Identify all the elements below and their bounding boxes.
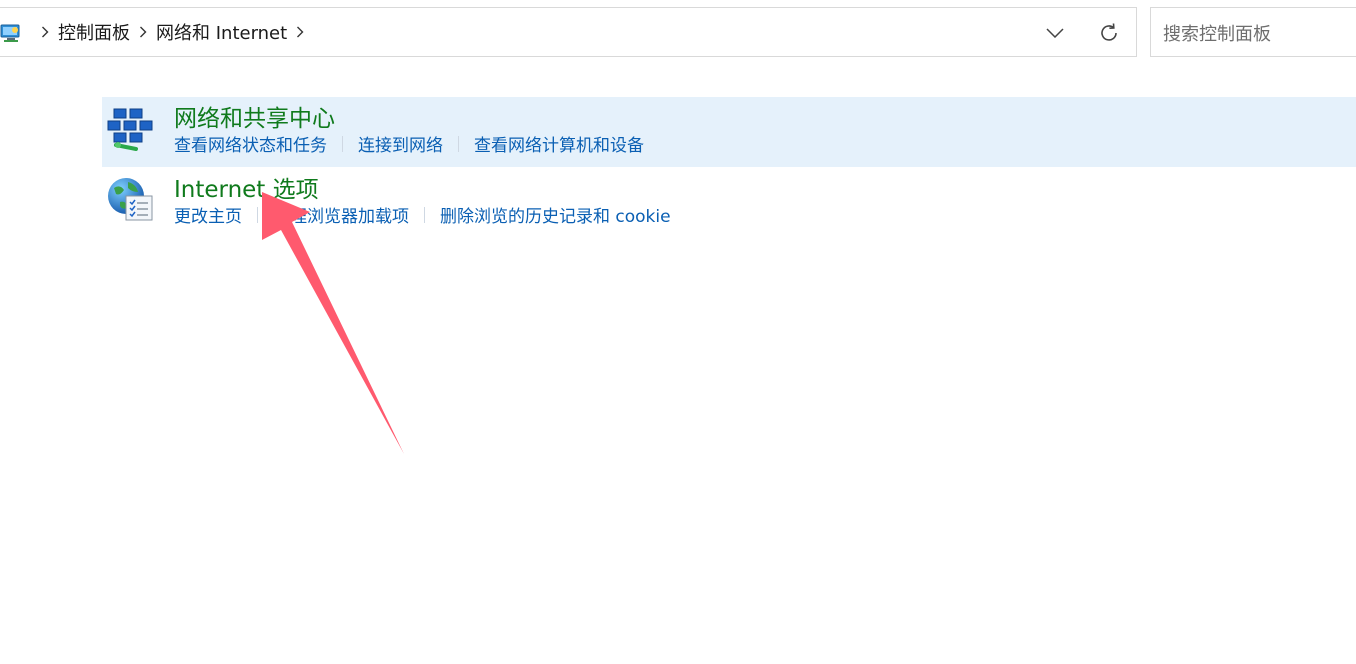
category-links: 更改主页 管理浏览器加载项 删除浏览的历史记录和 cookie [174, 202, 671, 227]
category-title-internet-options[interactable]: Internet 选项 [174, 170, 319, 204]
search-input[interactable] [1161, 20, 1355, 48]
internet-options-icon[interactable] [106, 174, 154, 222]
link-change-home-page[interactable]: 更改主页 [174, 202, 242, 227]
control-panel-icon [0, 21, 23, 45]
category-title-network-sharing-center[interactable]: 网络和共享中心 [174, 99, 335, 133]
category-network-sharing-center[interactable]: 网络和共享中心 查看网络状态和任务 连接到网络 查看网络计算机和设备 [102, 97, 1356, 167]
category-internet-options[interactable]: Internet 选项 更改主页 管理浏览器加载项 删除浏览的历史记录和 coo… [102, 168, 1356, 238]
search-box[interactable] [1150, 7, 1356, 57]
link-delete-browsing-history[interactable]: 删除浏览的历史记录和 cookie [440, 202, 671, 227]
address-bar[interactable]: 控制面板 网络和 Internet [0, 7, 1137, 57]
chevron-right-icon[interactable] [38, 26, 52, 38]
chevron-right-icon[interactable] [136, 26, 150, 38]
network-sharing-icon[interactable] [106, 103, 154, 151]
link-separator [257, 206, 258, 223]
link-separator [458, 135, 459, 152]
breadcrumb-control-panel[interactable]: 控制面板 [55, 19, 133, 45]
link-manage-browser-addons[interactable]: 管理浏览器加载项 [273, 202, 409, 227]
chevron-right-icon[interactable] [293, 26, 307, 38]
link-separator [424, 206, 425, 223]
link-connect-to-network[interactable]: 连接到网络 [358, 131, 443, 156]
link-view-network-computers[interactable]: 查看网络计算机和设备 [474, 131, 644, 156]
link-separator [342, 135, 343, 152]
category-links: 查看网络状态和任务 连接到网络 查看网络计算机和设备 [174, 131, 644, 156]
link-view-network-status[interactable]: 查看网络状态和任务 [174, 131, 327, 156]
refresh-icon[interactable] [1097, 21, 1121, 45]
breadcrumb: 控制面板 网络和 Internet [35, 8, 310, 56]
chevron-down-icon[interactable] [1043, 22, 1067, 44]
breadcrumb-network-internet[interactable]: 网络和 Internet [153, 19, 290, 45]
